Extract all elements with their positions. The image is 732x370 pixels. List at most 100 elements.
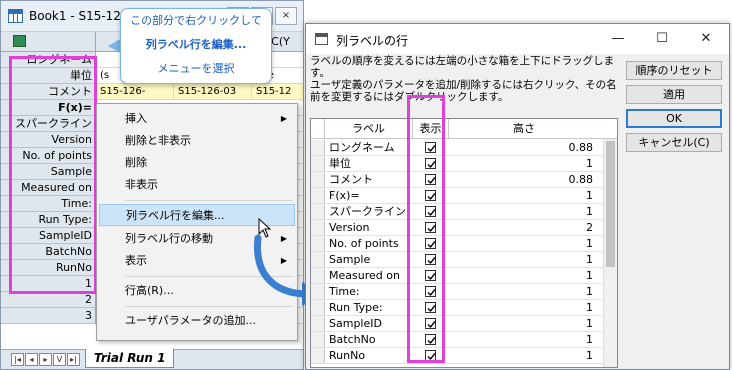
dialog-maximize-button[interactable]: ☐ <box>647 29 677 49</box>
drag-handle[interactable] <box>311 300 325 315</box>
sheet-corner[interactable] <box>1 32 96 52</box>
menu-item-delete[interactable]: 削除 <box>99 152 295 174</box>
row-height-value[interactable]: 1 <box>459 348 595 363</box>
menu-item-hide[interactable]: 非表示 <box>99 174 295 196</box>
grid-row[interactable]: 単位 1 <box>311 156 617 172</box>
row-height-value[interactable]: 1 <box>459 204 595 219</box>
label-rows-highlight <box>9 56 97 294</box>
sheet-list-icon[interactable]: V <box>53 353 66 366</box>
drag-handle[interactable] <box>311 252 325 267</box>
instruction-callout: この部分で右クリックして 列ラベル行を編集... メニューを選択 <box>120 8 272 84</box>
row-height-value[interactable]: 1 <box>459 188 595 203</box>
row-label[interactable]: RunNo <box>329 348 413 363</box>
row-height-value[interactable]: 1 <box>459 252 595 267</box>
row-height-value[interactable]: 1 <box>459 268 595 283</box>
row-label[interactable]: Time: <box>329 284 413 299</box>
close-button[interactable]: × <box>275 7 297 25</box>
grid-row[interactable]: スパークライン 1 <box>311 204 617 220</box>
row-label[interactable]: No. of points <box>329 236 413 251</box>
grid-row[interactable]: RunNo 1 <box>311 348 617 364</box>
callout-line-2: 列ラベル行を編集... <box>145 38 247 51</box>
row-header[interactable]: 3 <box>1 308 96 324</box>
drag-handle[interactable] <box>311 316 325 331</box>
ok-button[interactable]: OK <box>626 109 722 128</box>
grid-header: ラベル 表示 高さ <box>311 119 617 139</box>
menu-item-delete-and-hide[interactable]: 削除と非表示 <box>99 130 295 152</box>
row-label[interactable]: ロングネーム <box>329 140 413 155</box>
drag-handle[interactable] <box>311 156 325 171</box>
row-height-value[interactable]: 0.88 <box>459 140 595 155</box>
grid-row[interactable]: Time: 1 <box>311 284 617 300</box>
sheet-tab[interactable]: Trial Run 1 <box>85 349 175 368</box>
row-label[interactable]: コメント <box>329 172 413 187</box>
row-height-value[interactable]: 1 <box>459 316 595 331</box>
workbook-title: Book1 - S15-125- <box>29 9 133 23</box>
comment-cell[interactable]: S15-126- <box>96 84 174 99</box>
row-label[interactable]: SampleID <box>329 316 413 331</box>
drag-handle[interactable] <box>311 332 325 347</box>
menu-item-add-user-parameter[interactable]: ユーザパラメータの追加... <box>99 310 295 332</box>
grid-row[interactable]: ロングネーム 0.88 <box>311 140 617 156</box>
grid-row[interactable]: コメント 0.88 <box>311 172 617 188</box>
grid-row[interactable]: F(x)= 1 <box>311 188 617 204</box>
comment-cell[interactable]: S15-126-03 <box>174 84 252 99</box>
dialog-title-bar[interactable]: 列ラベルの行 — ☐ ✕ <box>306 24 729 54</box>
header-height[interactable]: 高さ <box>449 119 599 139</box>
drag-handle[interactable] <box>311 188 325 203</box>
drag-handle[interactable] <box>311 140 325 155</box>
first-sheet-icon[interactable]: |◂ <box>11 353 24 366</box>
row-label[interactable]: Version <box>329 220 413 235</box>
row-height-value[interactable]: 1 <box>459 300 595 315</box>
scrollbar-thumb[interactable] <box>606 141 615 267</box>
grid-row[interactable]: Measured on 1 <box>311 268 617 284</box>
last-sheet-icon[interactable]: ▸| <box>67 353 80 366</box>
row-label[interactable]: Sample <box>329 252 413 267</box>
grid-row[interactable]: Run Type: 1 <box>311 300 617 316</box>
row-label[interactable]: 単位 <box>329 156 413 171</box>
prev-sheet-icon[interactable]: ◂ <box>25 353 38 366</box>
row-height-value[interactable]: 0.88 <box>459 172 595 187</box>
grid-vertical-scrollbar[interactable] <box>603 139 617 367</box>
drag-handle[interactable] <box>311 220 325 235</box>
grid-row[interactable]: Sample 1 <box>311 252 617 268</box>
grid-row[interactable]: Version 2 <box>311 220 617 236</box>
column-tree-icon[interactable] <box>13 35 26 47</box>
label-rows-grid[interactable]: ラベル 表示 高さ ロングネーム 0.88 単位 1 コメント 0.88 F(x)= 1 スパー… <box>310 118 618 368</box>
row-label[interactable]: Run Type: <box>329 300 413 315</box>
dialog-title: 列ラベルの行 <box>336 34 409 48</box>
apply-button[interactable]: 適用 <box>626 85 722 104</box>
comment-cell[interactable]: S15-12 <box>252 84 303 99</box>
dialog-instructions: ラベルの順序を変えるには左端の小さな箱を上下にドラッグします。 ユーザ定義のパラ… <box>310 55 618 103</box>
row-height-value[interactable]: 1 <box>459 236 595 251</box>
header-label[interactable]: ラベル <box>325 119 413 139</box>
grid-row[interactable]: No. of points 1 <box>311 236 617 252</box>
drag-handle[interactable] <box>311 236 325 251</box>
row-height-value[interactable]: 2 <box>459 220 595 235</box>
next-sheet-icon[interactable]: ▸ <box>39 353 52 366</box>
row-label[interactable]: Measured on <box>329 268 413 283</box>
drag-handle[interactable] <box>311 172 325 187</box>
menu-item-insert[interactable]: 挿入 ▶ <box>99 108 295 130</box>
row-label[interactable]: BatchNo <box>329 332 413 347</box>
grid-row[interactable]: SampleID 1 <box>311 316 617 332</box>
callout-line-3: メニューを選択 <box>157 62 235 75</box>
cancel-button[interactable]: キャンセル(C) <box>626 133 722 152</box>
grid-row[interactable]: BatchNo 1 <box>311 332 617 348</box>
dialog-minimize-button[interactable]: — <box>603 29 633 49</box>
drag-handle[interactable] <box>311 204 325 219</box>
dialog-close-button[interactable]: ✕ <box>691 29 721 49</box>
reset-order-button[interactable]: 順序のリセット <box>626 61 722 80</box>
drag-handle[interactable] <box>311 284 325 299</box>
sheet-row[interactable]: S15-126- S15-126-03 S15-12 <box>96 84 303 100</box>
submenu-arrow-icon: ▶ <box>280 114 287 123</box>
callout-line-1: この部分で右クリックして <box>130 14 262 27</box>
drag-handle[interactable] <box>311 268 325 283</box>
row-label[interactable]: スパークライン <box>329 204 413 219</box>
row-header[interactable]: 2 <box>1 292 96 308</box>
row-height-value[interactable]: 1 <box>459 332 595 347</box>
row-height-value[interactable]: 1 <box>459 156 595 171</box>
worksheet-icon <box>8 9 23 23</box>
drag-handle[interactable] <box>311 348 325 363</box>
row-height-value[interactable]: 1 <box>459 284 595 299</box>
row-label[interactable]: F(x)= <box>329 188 413 203</box>
